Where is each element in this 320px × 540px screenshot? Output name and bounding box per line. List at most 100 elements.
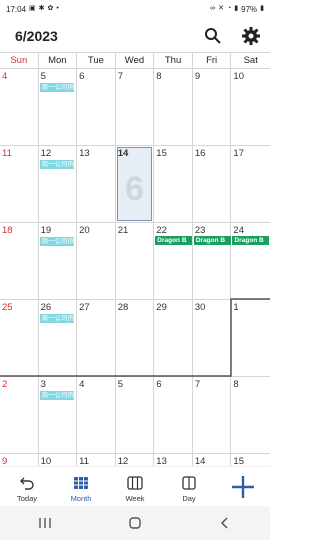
day-number: 5: [40, 71, 46, 82]
day-cell[interactable]: 6: [77, 69, 116, 145]
undo-arrow-icon: [20, 477, 34, 490]
day-number: 14: [117, 148, 129, 159]
day-cell[interactable]: 16: [193, 146, 232, 222]
day-cell[interactable]: 23 Dragon B: [193, 223, 232, 299]
today-cell[interactable]: 14 6: [116, 146, 155, 222]
event-chip[interactable]: 周一公司例: [39, 160, 74, 169]
status-time: 17:04: [6, 4, 27, 14]
day-number: 16: [194, 148, 206, 159]
day-cell[interactable]: 10: [231, 69, 270, 145]
search-icon[interactable]: [203, 26, 223, 46]
day-number: 10: [40, 456, 52, 466]
day-cell[interactable]: 15: [231, 454, 270, 466]
event-chip[interactable]: 周一公司例: [39, 237, 74, 246]
day-number: 19: [40, 225, 52, 236]
day-number: 15: [156, 148, 167, 159]
battery-text: 97%: [241, 4, 258, 14]
day-number: 28: [117, 302, 129, 313]
gallery-icon: ▣: [29, 5, 36, 12]
day-cell[interactable]: 5: [116, 377, 155, 453]
day-number: 17: [233, 148, 244, 159]
status-bar: 17:04 ▣ ✱ ✿ • ∞ ✕ ◔ ▮ 97% ▮: [0, 0, 270, 18]
add-event-button[interactable]: [216, 467, 270, 507]
day-number: 13: [79, 148, 90, 159]
day-cell[interactable]: 13: [154, 454, 193, 466]
gear-icon[interactable]: [241, 26, 261, 46]
day-cell[interactable]: 3 周一公司例: [39, 377, 78, 453]
nav-week[interactable]: Week: [108, 467, 162, 507]
event-chip[interactable]: 周一公司例: [39, 391, 74, 400]
day-cell[interactable]: 22 Dragon B: [154, 223, 193, 299]
day-cell[interactable]: 10 周一公司例: [39, 454, 78, 466]
day-cell[interactable]: 7: [116, 69, 155, 145]
day-cell[interactable]: 18: [0, 223, 39, 299]
day-cell[interactable]: 28: [116, 300, 155, 376]
event-chip[interactable]: Dragon B: [155, 236, 193, 245]
day-cell[interactable]: 26 周一公司例: [39, 300, 78, 376]
day-cell[interactable]: 5 周一公司例: [39, 69, 78, 145]
battery-icon: ▮: [260, 5, 264, 12]
day-number: 12: [117, 456, 129, 466]
day-cell[interactable]: 15: [154, 146, 193, 222]
day-cell[interactable]: 6: [154, 377, 193, 453]
day-cell[interactable]: 9: [0, 454, 39, 466]
day-number: 12: [40, 148, 52, 159]
day-cell[interactable]: 14: [193, 454, 232, 466]
event-chip[interactable]: Dragon B: [232, 236, 270, 245]
day-number: 5: [117, 379, 123, 390]
day-number: 18: [2, 225, 13, 236]
weekday-fri: Fri: [193, 53, 232, 68]
weekday-mon: Mon: [39, 53, 78, 68]
day-cell[interactable]: 7: [193, 377, 232, 453]
day-cell[interactable]: 12 周一公司例: [39, 146, 78, 222]
week-row: 25 26 周一公司例 27 28 29 30 1: [0, 300, 270, 377]
plus-icon: [232, 475, 254, 498]
recent-apps-icon[interactable]: [38, 517, 52, 529]
dot-icon: •: [56, 5, 59, 12]
event-chip[interactable]: 周一公司例: [39, 83, 74, 92]
home-icon[interactable]: [128, 516, 142, 530]
nav-day-label: Day: [182, 493, 196, 503]
day-cell[interactable]: 27: [77, 300, 116, 376]
day-cell[interactable]: 11: [0, 146, 39, 222]
day-cell[interactable]: 1: [231, 300, 270, 376]
day-number: 6: [156, 379, 162, 390]
wifi-icon: ◔: [227, 5, 232, 12]
day-number: 23: [194, 225, 206, 236]
day-cell[interactable]: 2: [0, 377, 39, 453]
day-number: 1: [233, 302, 239, 313]
nav-month[interactable]: Month: [54, 467, 108, 507]
week-row: 9 10 周一公司例 11 12 13 14 15: [0, 454, 270, 466]
day-cell[interactable]: 11: [77, 454, 116, 466]
day-number: 9: [194, 71, 201, 82]
page-title[interactable]: 6/2023: [15, 28, 58, 44]
day-cell[interactable]: 4: [0, 69, 39, 145]
event-chip[interactable]: 周一公司例: [39, 314, 74, 323]
day-cell[interactable]: 24 Dragon B: [231, 223, 270, 299]
today-big-number: 6: [125, 170, 144, 208]
link-icon: ∞: [210, 5, 216, 12]
back-icon[interactable]: [218, 516, 232, 530]
day-cell[interactable]: 8: [231, 377, 270, 453]
day-number: 25: [2, 302, 13, 313]
event-chip[interactable]: Dragon B: [193, 236, 231, 245]
day-cell[interactable]: 20: [77, 223, 116, 299]
day-cell[interactable]: 17: [231, 146, 270, 222]
day-cell[interactable]: 9: [193, 69, 232, 145]
day-cell[interactable]: 30: [193, 300, 232, 376]
month-grid-icon: [74, 476, 88, 489]
day-cell[interactable]: 21: [116, 223, 155, 299]
day-number: 10: [233, 71, 244, 82]
nav-day[interactable]: Day: [162, 467, 216, 507]
nav-today[interactable]: Today: [0, 467, 54, 507]
day-cell[interactable]: 19 周一公司例: [39, 223, 78, 299]
day-cell[interactable]: 13: [77, 146, 116, 222]
day-cell[interactable]: 29: [154, 300, 193, 376]
mute-icon: ✕: [218, 5, 225, 12]
day-cell[interactable]: 25: [0, 300, 39, 376]
week-columns-icon: [127, 475, 143, 490]
day-cell[interactable]: 8: [154, 69, 193, 145]
day-number: 13: [156, 456, 167, 466]
day-cell[interactable]: 12: [116, 454, 155, 466]
day-cell[interactable]: 4: [77, 377, 116, 453]
